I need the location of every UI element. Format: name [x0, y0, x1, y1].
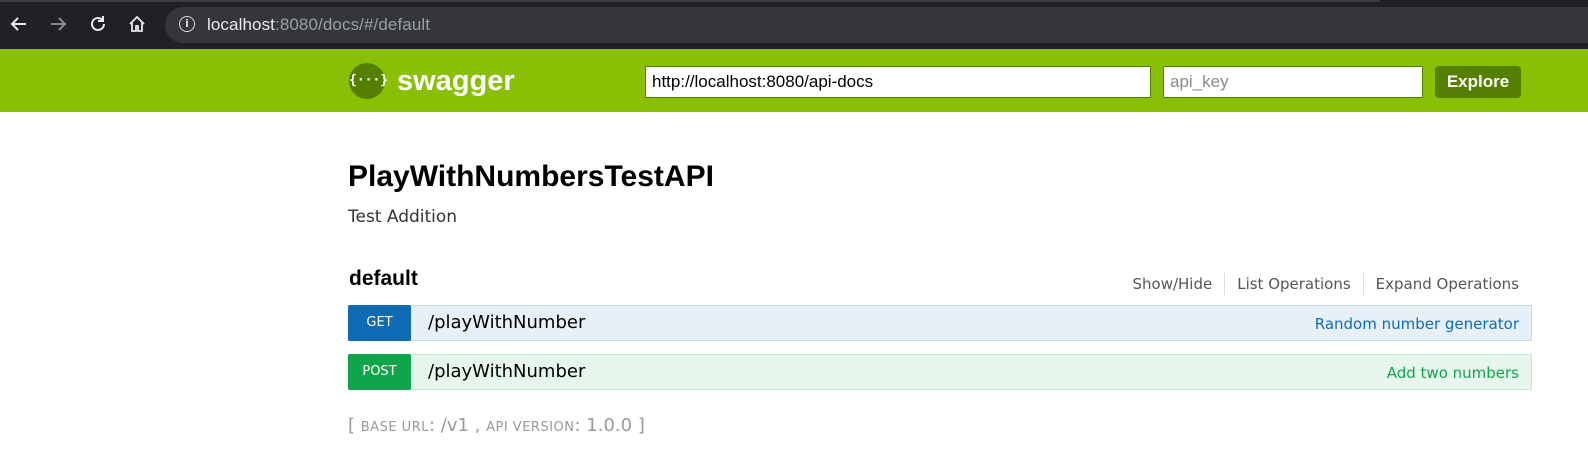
back-arrow-icon[interactable]: [6, 11, 32, 37]
api-version-value: 1.0.0: [586, 415, 633, 436]
operation-summary[interactable]: Random number generator: [1315, 314, 1519, 334]
operation-summary[interactable]: Add two numbers: [1387, 363, 1519, 383]
api-version-label: api version: [486, 420, 575, 435]
api-url-input[interactable]: [645, 66, 1151, 98]
operation-post-playwithnumber[interactable]: POST /playWithNumber Add two numbers: [348, 354, 1532, 390]
operation-path[interactable]: /playWithNumber: [428, 312, 585, 334]
expand-operations-link[interactable]: Expand Operations: [1364, 272, 1519, 296]
base-url-label: base url: [360, 420, 429, 435]
http-method-badge[interactable]: GET: [348, 305, 411, 341]
home-icon[interactable]: [124, 11, 150, 37]
swagger-header: {···} swagger Explore: [0, 49, 1588, 112]
url-host: localhost: [207, 15, 275, 34]
swagger-logo-text[interactable]: swagger: [397, 63, 515, 99]
base-url-value: /v1: [440, 415, 469, 436]
api-key-input[interactable]: [1163, 66, 1423, 98]
reload-icon[interactable]: [85, 11, 111, 37]
tab-strip-edge: [0, 0, 1380, 2]
forward-arrow-icon[interactable]: [45, 11, 71, 37]
api-title: PlayWithNumbersTestAPI: [348, 160, 714, 193]
footer-open-bracket: [: [348, 415, 356, 436]
footer-close-bracket: ]: [637, 415, 645, 436]
api-description: Test Addition: [348, 207, 458, 227]
api-meta-footer: [ base url: /v1 , api version: 1.0.0 ]: [348, 415, 645, 436]
resource-name[interactable]: default: [349, 266, 418, 292]
browser-toolbar: i localhost:8080/docs/#/default: [0, 0, 1588, 49]
address-bar[interactable]: i localhost:8080/docs/#/default: [165, 7, 1588, 43]
http-method-badge[interactable]: POST: [348, 354, 411, 390]
explore-button[interactable]: Explore: [1435, 66, 1521, 98]
operation-get-playwithnumber[interactable]: GET /playWithNumber Random number genera…: [348, 305, 1532, 341]
site-info-icon[interactable]: i: [179, 16, 195, 32]
operation-path[interactable]: /playWithNumber: [428, 361, 585, 383]
url-path: :8080/docs/#/default: [275, 15, 431, 34]
list-operations-link[interactable]: List Operations: [1225, 272, 1362, 296]
swagger-logo-icon[interactable]: {···}: [349, 63, 388, 99]
resource-options: Show/Hide List Operations Expand Operati…: [1120, 272, 1519, 296]
address-url[interactable]: localhost:8080/docs/#/default: [207, 15, 430, 35]
show-hide-link[interactable]: Show/Hide: [1120, 272, 1224, 296]
